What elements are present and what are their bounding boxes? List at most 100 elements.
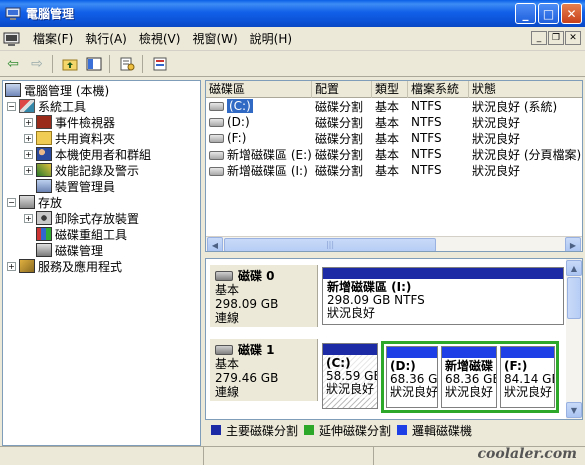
removable-storage-icon bbox=[36, 211, 52, 225]
partition-e[interactable]: 新增磁碟 68.36 GE 狀況良好 bbox=[441, 346, 497, 408]
child-restore-button[interactable]: ❐ bbox=[548, 31, 564, 45]
tree-item-disk-management[interactable]: 磁碟管理 bbox=[36, 242, 103, 258]
extended-partition-swatch bbox=[304, 425, 315, 435]
disk-kind: 基本 bbox=[215, 283, 240, 297]
minimize-button[interactable]: _ bbox=[515, 3, 536, 24]
vertical-scrollbar[interactable]: ▲ ▼ bbox=[566, 259, 582, 419]
volume-list: 磁碟區 配置 類型 檔案系統 狀態 (C:) 磁碟分割 基本 NTFS 狀況良好… bbox=[205, 80, 583, 252]
help-button[interactable] bbox=[149, 53, 171, 75]
partition-i[interactable]: 新增磁碟區 (I:) 298.09 GB NTFS 狀況良好 bbox=[322, 267, 564, 325]
table-row[interactable]: 新增磁碟區 (E:) 磁碟分割 基本 NTFS 狀況良好 (分頁檔案) bbox=[206, 146, 582, 162]
primary-partition-swatch bbox=[211, 425, 221, 435]
disk-name: 磁碟 1 bbox=[238, 343, 275, 357]
expand-toggle[interactable]: + bbox=[24, 165, 33, 175]
disk-0-label[interactable]: 磁碟 0 基本 298.09 GB 連線 bbox=[210, 265, 318, 327]
table-row[interactable]: (D:) 磁碟分割 基本 NTFS 狀況良好 bbox=[206, 114, 582, 130]
system-tools-icon bbox=[19, 99, 35, 113]
primary-partition-bar bbox=[323, 344, 377, 355]
scroll-up-button[interactable]: ▲ bbox=[566, 260, 582, 276]
menu-help[interactable]: 說明(H) bbox=[244, 30, 298, 47]
column-header-type[interactable]: 類型 bbox=[372, 81, 408, 98]
shared-folder-icon bbox=[36, 131, 52, 145]
tree-item-event-viewer[interactable]: + 事件檢視器 bbox=[24, 114, 115, 130]
volume-status: 狀況良好 bbox=[472, 131, 521, 146]
scroll-left-button[interactable]: ◀ bbox=[207, 237, 223, 251]
tree-item-local-users[interactable]: + 本機使用者和群組 bbox=[24, 146, 151, 162]
column-header-status[interactable]: 狀態 bbox=[469, 81, 582, 98]
tree-item-defrag[interactable]: 磁碟重組工具 bbox=[36, 226, 127, 242]
table-row[interactable]: (F:) 磁碟分割 基本 NTFS 狀況良好 bbox=[206, 130, 582, 146]
expand-toggle[interactable]: + bbox=[7, 261, 16, 271]
scrollbar-thumb[interactable]: ||| bbox=[224, 238, 436, 251]
column-header-layout[interactable]: 配置 bbox=[312, 81, 372, 98]
tree-item-label: 本機使用者和群組 bbox=[55, 147, 152, 162]
back-button[interactable]: ⇦ bbox=[2, 53, 24, 75]
forward-button[interactable]: ⇨ bbox=[26, 53, 48, 75]
logical-drive-swatch bbox=[397, 425, 408, 435]
partition-status: 狀況良好 bbox=[390, 385, 438, 399]
tree-item-device-manager[interactable]: 裝置管理員 bbox=[36, 178, 115, 194]
table-row[interactable]: (C:) 磁碟分割 基本 NTFS 狀況良好 (系統) bbox=[206, 98, 582, 114]
legend-primary: 主要磁碟分割 bbox=[226, 423, 299, 438]
disk-1-label[interactable]: 磁碟 1 基本 279.46 GB 連線 bbox=[210, 339, 318, 401]
horizontal-scrollbar[interactable]: ◀ ||| ▶ bbox=[206, 236, 582, 251]
toolbar-separator bbox=[142, 54, 143, 73]
tree-item-storage[interactable]: − 存放 bbox=[7, 194, 62, 210]
scroll-down-button[interactable]: ▼ bbox=[566, 402, 582, 418]
volume-type: 基本 bbox=[375, 147, 400, 162]
volume-name: (D:) bbox=[227, 115, 250, 129]
child-close-button[interactable]: ✕ bbox=[565, 31, 581, 45]
tree-item-shared-folders[interactable]: + 共用資料夾 bbox=[24, 130, 115, 146]
help-topics-icon bbox=[153, 57, 167, 70]
volume-filesystem: NTFS bbox=[411, 147, 442, 161]
scroll-right-button[interactable]: ▶ bbox=[565, 237, 581, 251]
volume-status: 狀況良好 bbox=[472, 163, 521, 178]
tree-root[interactable]: 電腦管理 (本機) bbox=[5, 82, 109, 98]
up-one-level-button[interactable] bbox=[59, 53, 81, 75]
tree-item-perf-logs[interactable]: + 效能記錄及警示 bbox=[24, 162, 139, 178]
expand-toggle[interactable]: + bbox=[24, 213, 33, 223]
performance-icon bbox=[36, 163, 52, 177]
collapse-toggle[interactable]: − bbox=[7, 101, 16, 111]
tree-item-label: 磁碟管理 bbox=[55, 243, 104, 258]
disk-state: 連線 bbox=[215, 385, 240, 399]
expand-toggle[interactable]: + bbox=[24, 117, 33, 127]
tree-item-removable-storage[interactable]: + 卸除式存放裝置 bbox=[24, 210, 139, 226]
menu-window[interactable]: 視窗(W) bbox=[186, 30, 243, 47]
watermark: coolaler.com bbox=[477, 446, 577, 462]
menu-view[interactable]: 檢視(V) bbox=[133, 30, 187, 47]
menu-file[interactable]: 檔案(F) bbox=[27, 30, 79, 47]
partition-d[interactable]: (D:) 68.36 G 狀況良好 bbox=[386, 346, 438, 408]
partition-status: 狀況良好 bbox=[445, 385, 494, 399]
partition-c[interactable]: (C:) 58.59 GE 狀況良好 bbox=[322, 343, 378, 409]
volume-type: 基本 bbox=[375, 115, 400, 130]
maximize-button[interactable]: □ bbox=[538, 3, 559, 24]
tree-item-system-tools[interactable]: − 系統工具 bbox=[7, 98, 86, 114]
tree-item-services[interactable]: + 服務及應用程式 bbox=[7, 258, 122, 274]
properties-button[interactable] bbox=[116, 53, 138, 75]
partition-f[interactable]: (F:) 84.14 GE 狀況良好 bbox=[500, 346, 555, 408]
properties-icon bbox=[120, 57, 135, 70]
column-header-filesystem[interactable]: 檔案系統 bbox=[408, 81, 469, 98]
computer-management-icon bbox=[5, 7, 21, 20]
expand-toggle[interactable]: + bbox=[24, 149, 33, 159]
partition-status: 狀況良好 bbox=[326, 382, 375, 396]
show-hide-tree-button[interactable] bbox=[83, 53, 105, 75]
menu-action[interactable]: 執行(A) bbox=[79, 30, 133, 47]
expand-toggle[interactable]: + bbox=[24, 133, 33, 143]
volume-filesystem: NTFS bbox=[411, 163, 442, 177]
table-row[interactable]: 新增磁碟區 (I:) 磁碟分割 基本 NTFS 狀況良好 bbox=[206, 162, 582, 178]
console-tree: 電腦管理 (本機) − 系統工具 + 事件檢視器 + 共用資料夾 + 本機使用者… bbox=[2, 80, 201, 446]
disk-kind: 基本 bbox=[215, 357, 240, 371]
disk-size: 279.46 GB bbox=[215, 371, 279, 385]
disk-icon bbox=[215, 271, 233, 281]
close-button[interactable]: ✕ bbox=[561, 3, 582, 24]
column-header-volume[interactable]: 磁碟區 bbox=[206, 81, 312, 98]
collapse-toggle[interactable]: − bbox=[7, 197, 16, 207]
volume-status: 狀況良好 (系統) bbox=[472, 99, 558, 114]
volume-layout: 磁碟分割 bbox=[315, 147, 364, 162]
volume-type: 基本 bbox=[375, 99, 400, 114]
disk-state: 連線 bbox=[215, 311, 240, 325]
child-minimize-button[interactable]: _ bbox=[531, 31, 547, 45]
scrollbar-thumb[interactable] bbox=[567, 277, 581, 319]
